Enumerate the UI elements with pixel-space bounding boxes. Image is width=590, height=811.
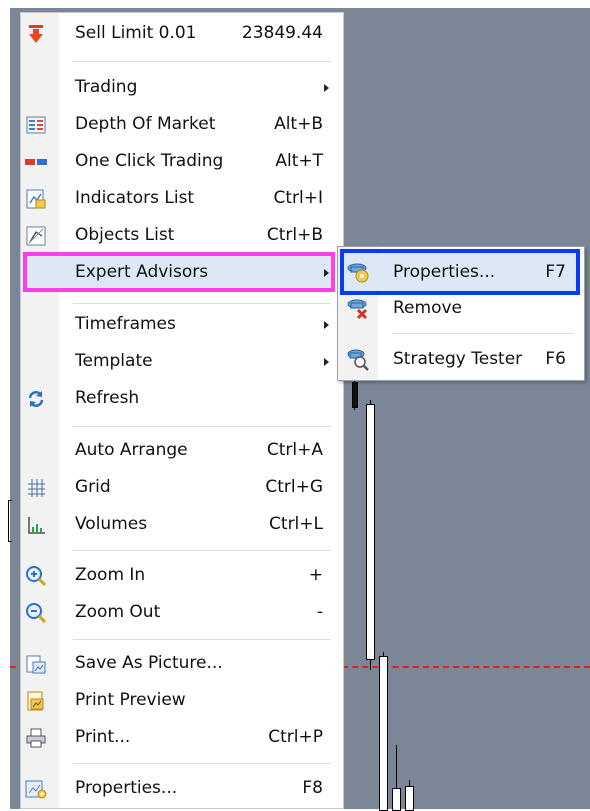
menu-item-auto-arrange[interactable]: Auto Arrange Ctrl+A [21, 434, 343, 467]
indicators-list-icon [25, 188, 47, 210]
print-icon [25, 727, 47, 749]
menu-item-save-as-picture[interactable]: Save As Picture... [21, 647, 343, 680]
menu-item-label: Template [75, 351, 153, 371]
menu-separator [73, 61, 331, 62]
menu-item-label: Zoom In [75, 565, 146, 585]
menu-item-label: Properties... [75, 778, 178, 798]
grid-icon [25, 477, 47, 499]
menu-item-label: Auto Arrange [75, 440, 188, 460]
submenu-item-label: Remove [393, 298, 462, 318]
candle [366, 404, 375, 660]
menu-item-template[interactable]: Template [21, 345, 343, 378]
menu-item-print-preview[interactable]: Print Preview [21, 684, 343, 717]
menu-separator [73, 639, 331, 640]
submenu-item-strategy-tester[interactable]: Strategy Tester F6 [338, 342, 584, 376]
one-click-trading-icon [25, 151, 47, 173]
chart-context-menu: Sell Limit 0.01 23849.44 Trading Depth O… [20, 12, 344, 809]
volumes-icon [25, 514, 47, 536]
chart-left-strip [0, 8, 10, 809]
menu-item-label: Zoom Out [75, 602, 161, 622]
expert-remove-icon [346, 296, 370, 320]
menu-item-shortcut: + [308, 565, 323, 585]
menu-separator [73, 303, 331, 304]
submenu-arrow-icon [324, 321, 329, 329]
zoom-in-icon [25, 565, 47, 587]
submenu-item-shortcut: F6 [545, 349, 566, 369]
menu-item-indicators-list[interactable]: Indicators List Ctrl+I [21, 182, 343, 215]
menu-item-label: Indicators List [75, 188, 195, 208]
properties-icon [25, 778, 47, 800]
menu-item-refresh[interactable]: Refresh [21, 382, 343, 415]
menu-item-label: Volumes [75, 514, 148, 534]
candle [392, 788, 401, 811]
submenu-item-properties[interactable]: Properties... F7 [338, 255, 584, 289]
refresh-icon [25, 388, 47, 410]
menu-item-volumes[interactable]: Volumes Ctrl+L [21, 508, 343, 541]
menu-item-shortcut: Ctrl+P [268, 727, 323, 747]
menu-item-print[interactable]: Print... Ctrl+P [21, 721, 343, 754]
menu-item-shortcut: Ctrl+A [266, 440, 323, 460]
sell-arrow-icon [25, 23, 47, 45]
menu-item-label: Expert Advisors [75, 262, 209, 282]
menu-item-objects-list[interactable]: Objects List Ctrl+B [21, 219, 343, 252]
menu-item-shortcut: Ctrl+G [265, 477, 323, 497]
depth-of-market-icon [25, 114, 47, 136]
menu-item-shortcut: Alt+B [274, 114, 323, 134]
menu-item-expert-advisors[interactable]: Expert Advisors [21, 256, 343, 289]
menu-item-sell-limit[interactable]: Sell Limit 0.01 23849.44 [21, 17, 343, 50]
menu-item-grid[interactable]: Grid Ctrl+G [21, 471, 343, 504]
menu-item-label: One Click Trading [75, 151, 224, 171]
submenu-item-label: Properties... [393, 262, 496, 282]
menu-item-one-click-trading[interactable]: One Click Trading Alt+T [21, 145, 343, 178]
menu-item-label: Grid [75, 477, 111, 497]
menu-item-zoom-out[interactable]: Zoom Out - [21, 596, 343, 629]
menu-item-shortcut: Ctrl+I [273, 188, 323, 208]
menu-item-properties[interactable]: Properties... F8 [21, 772, 343, 805]
menu-item-label: Trading [75, 77, 138, 97]
submenu-arrow-icon [324, 84, 329, 92]
candle [352, 382, 358, 408]
expert-properties-icon [346, 260, 370, 284]
menu-item-label: Refresh [75, 388, 140, 408]
menu-item-zoom-in[interactable]: Zoom In + [21, 559, 343, 592]
menu-item-label: Objects List [75, 225, 175, 245]
chart-edge-bracket [8, 500, 12, 542]
submenu-item-shortcut: F7 [545, 262, 566, 282]
submenu-item-label: Strategy Tester [393, 349, 523, 369]
submenu-separator [392, 333, 574, 334]
expert-advisors-submenu: Properties... F7 Remove Strategy Tester … [337, 246, 585, 381]
menu-item-label: Depth Of Market [75, 114, 216, 134]
menu-item-shortcut: Alt+T [275, 151, 323, 171]
menu-separator [73, 426, 331, 427]
menu-item-trading[interactable]: Trading [21, 71, 343, 104]
menu-item-shortcut: Ctrl+L [269, 514, 323, 534]
menu-item-shortcut: F8 [302, 778, 323, 798]
submenu-item-remove[interactable]: Remove [338, 291, 584, 325]
submenu-arrow-icon [324, 358, 329, 366]
strategy-tester-icon [346, 347, 370, 371]
objects-list-icon [25, 225, 47, 247]
menu-separator [73, 550, 331, 551]
menu-item-timeframes[interactable]: Timeframes [21, 308, 343, 341]
menu-item-label: Sell Limit 0.01 [75, 23, 197, 43]
menu-item-label: Timeframes [75, 314, 176, 334]
menu-item-label: Print Preview [75, 690, 186, 710]
menu-item-depth-of-market[interactable]: Depth Of Market Alt+B [21, 108, 343, 141]
candle [405, 786, 414, 811]
menu-item-shortcut: Ctrl+B [266, 225, 323, 245]
menu-separator [73, 763, 331, 764]
zoom-out-icon [25, 602, 47, 624]
submenu-arrow-icon [324, 269, 329, 277]
menu-item-label: Save As Picture... [75, 653, 223, 673]
candle [379, 656, 388, 811]
menu-item-label: Print... [75, 727, 131, 747]
menu-item-shortcut: - [316, 602, 323, 622]
menu-item-price: 23849.44 [241, 23, 323, 43]
print-preview-icon [25, 690, 47, 712]
save-picture-icon [25, 653, 47, 675]
